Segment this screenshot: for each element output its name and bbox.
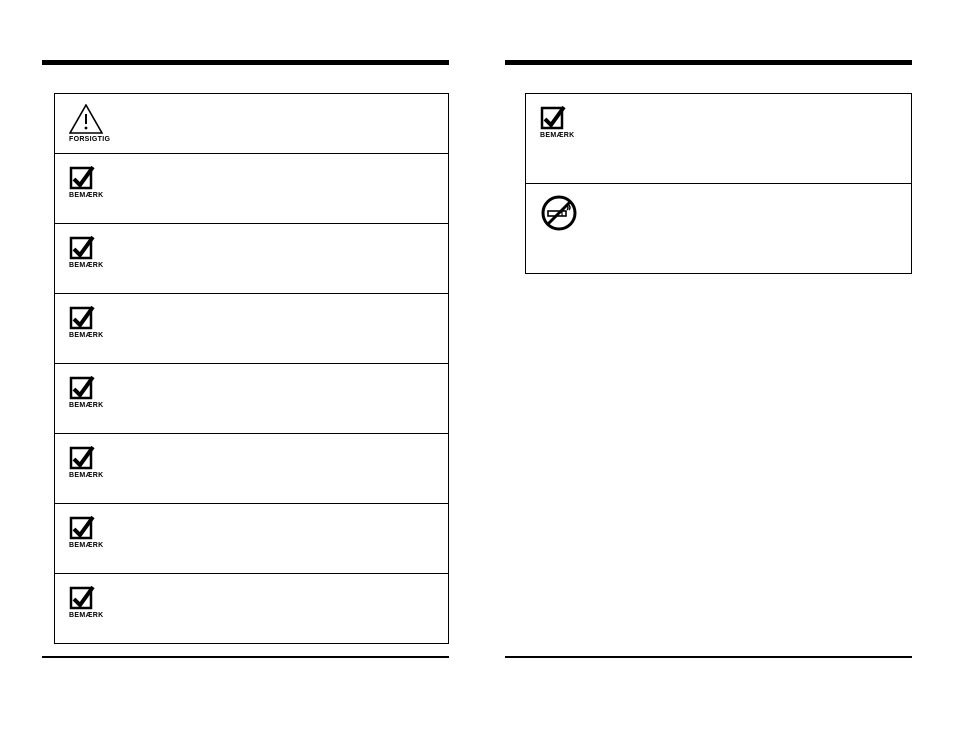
cell-text — [113, 304, 432, 306]
note-checkbox-icon: BEMÆRK — [69, 234, 113, 269]
left-table: FORSIGTIG BEMÆRK — [54, 93, 449, 644]
right-table: BEMÆRK — [525, 93, 912, 274]
note-checkbox-icon: BEMÆRK — [69, 304, 113, 339]
icon-caption: FORSIGTIG — [69, 136, 110, 143]
icon-caption: BEMÆRK — [540, 132, 574, 139]
note-checkbox-icon: BEMÆRK — [69, 164, 113, 199]
icon-caption: BEMÆRK — [69, 192, 103, 199]
bottom-rule-right — [505, 656, 912, 658]
caution-icon: FORSIGTIG — [69, 104, 113, 143]
table-row: BEMÆRK — [55, 574, 448, 644]
table-row: BEMÆRK — [55, 294, 448, 364]
note-checkbox-icon: BEMÆRK — [69, 584, 113, 619]
cell-text — [113, 234, 432, 236]
note-checkbox-icon: BEMÆRK — [69, 514, 113, 549]
cell-text — [113, 104, 432, 106]
no-smoking-icon — [540, 194, 584, 232]
note-checkbox-icon: BEMÆRK — [540, 104, 584, 139]
table-row: BEMÆRK — [55, 224, 448, 294]
cell-text — [113, 514, 432, 516]
table-row: BEMÆRK — [55, 154, 448, 224]
left-column: FORSIGTIG BEMÆRK — [42, 60, 449, 658]
top-rule-right — [505, 60, 912, 65]
table-row — [526, 184, 911, 274]
table-row: BEMÆRK — [526, 94, 911, 184]
icon-caption: BEMÆRK — [69, 332, 103, 339]
icon-caption: BEMÆRK — [69, 612, 103, 619]
document-page: FORSIGTIG BEMÆRK — [0, 0, 954, 698]
bottom-rule-left — [42, 656, 449, 658]
cell-text — [584, 104, 895, 106]
spacer — [505, 274, 912, 644]
cell-text — [113, 584, 432, 586]
top-rule-left — [42, 60, 449, 65]
icon-caption: BEMÆRK — [69, 472, 103, 479]
cell-text — [584, 194, 895, 196]
right-column: BEMÆRK — [505, 60, 912, 658]
note-checkbox-icon: BEMÆRK — [69, 374, 113, 409]
table-row: BEMÆRK — [55, 434, 448, 504]
cell-text — [113, 444, 432, 446]
note-checkbox-icon: BEMÆRK — [69, 444, 113, 479]
table-row: BEMÆRK — [55, 364, 448, 434]
cell-text — [113, 164, 432, 166]
table-row: BEMÆRK — [55, 504, 448, 574]
icon-caption: BEMÆRK — [69, 402, 103, 409]
icon-caption: BEMÆRK — [69, 542, 103, 549]
icon-caption: BEMÆRK — [69, 262, 103, 269]
table-row: FORSIGTIG — [55, 94, 448, 154]
cell-text — [113, 374, 432, 376]
